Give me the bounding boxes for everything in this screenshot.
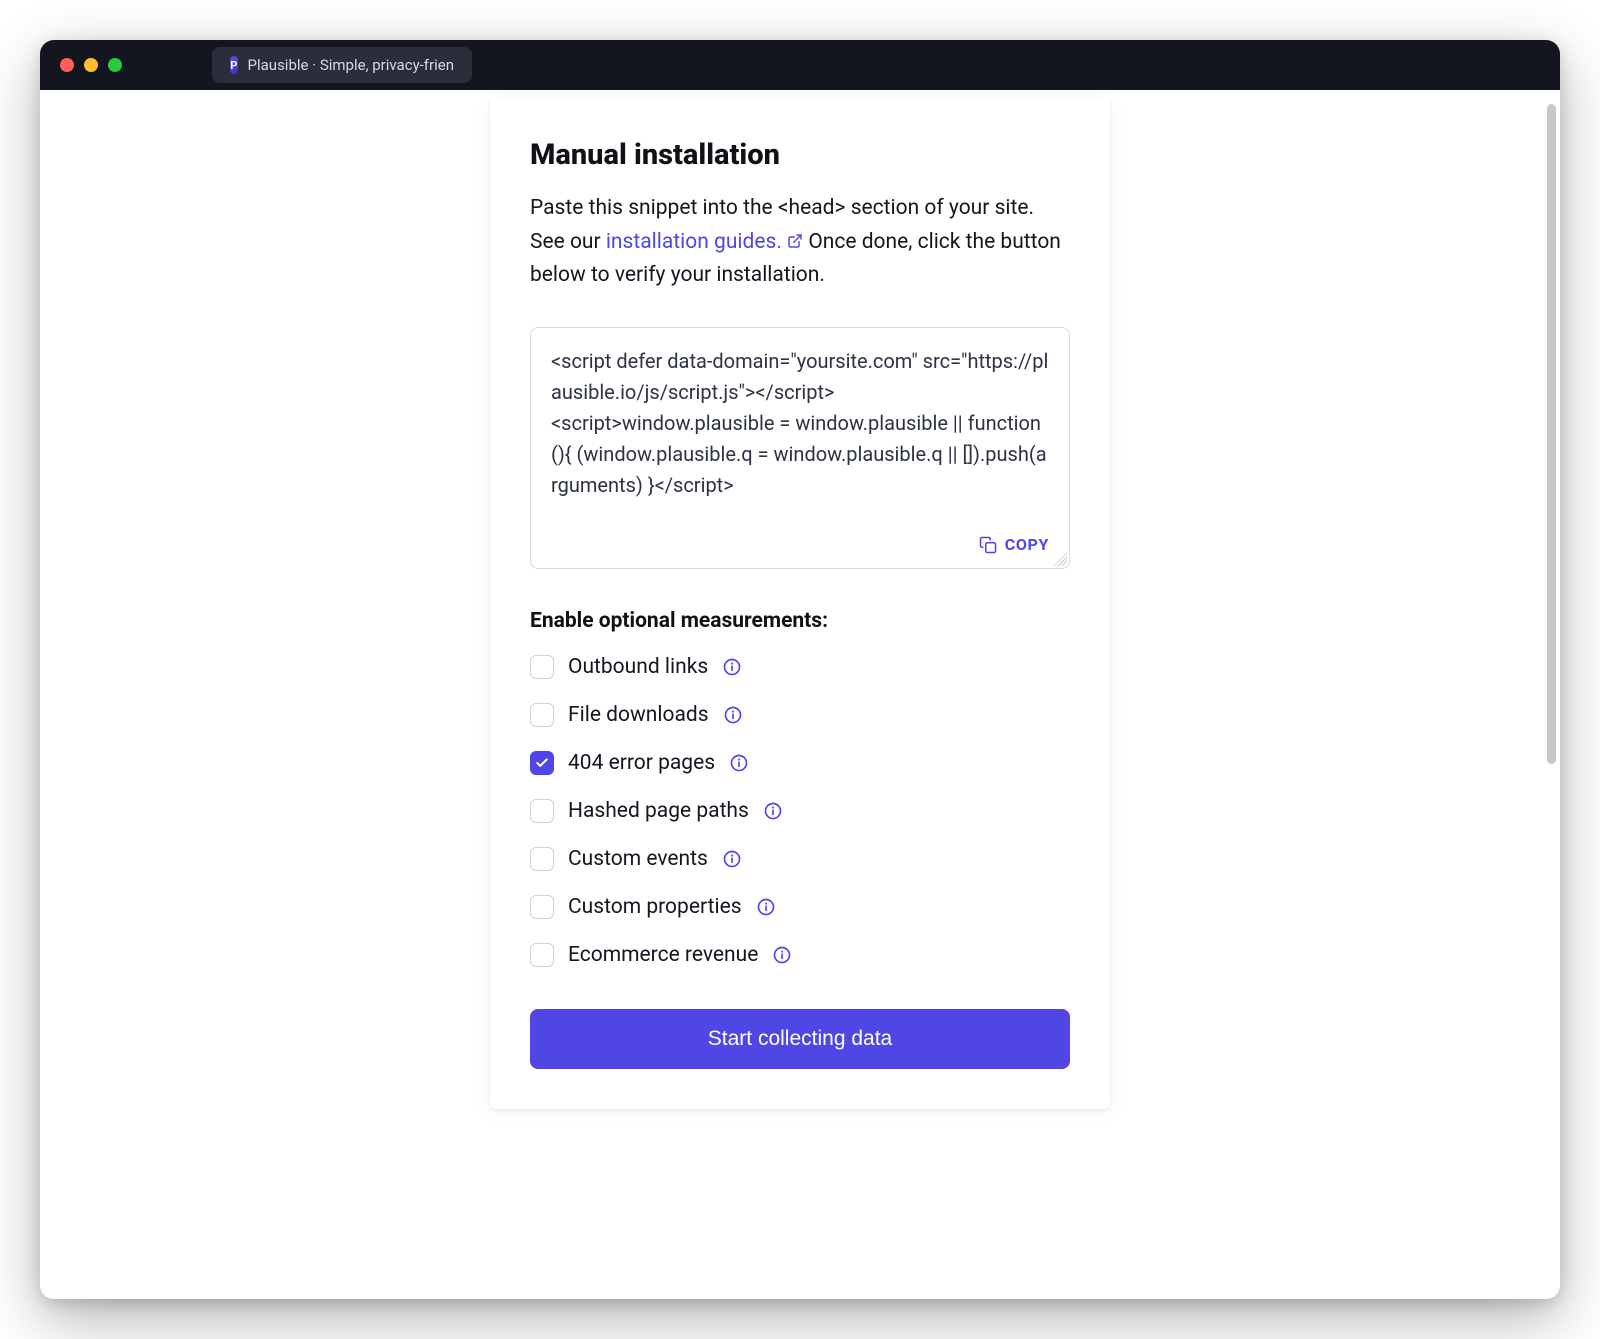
snippet-line-1: <script defer data-domain="yoursite.com"… [551,346,1049,408]
external-link-icon [787,233,803,249]
option-checkbox[interactable] [530,895,554,919]
option-row: Ecommerce revenue [530,943,1070,967]
installation-guides-link[interactable]: installation guides. [606,230,803,254]
option-label: Custom properties [568,895,742,919]
traffic-lights [60,58,122,72]
option-checkbox[interactable] [530,943,554,967]
option-row: 404 error pages [530,751,1070,775]
info-icon[interactable] [723,705,743,725]
option-checkbox[interactable] [530,799,554,823]
installation-card: Manual installation Paste this snippet i… [490,98,1110,1109]
info-icon[interactable] [756,897,776,917]
option-label: Ecommerce revenue [568,943,758,967]
option-checkbox[interactable] [530,655,554,679]
options-heading: Enable optional measurements: [530,609,1070,633]
snippet-line-2: <script>window.plausible = window.plausi… [551,408,1049,501]
maximize-window-button[interactable] [108,58,122,72]
option-label: Custom events [568,847,708,871]
close-window-button[interactable] [60,58,74,72]
option-checkbox[interactable] [530,847,554,871]
info-icon[interactable] [772,945,792,965]
start-collecting-button[interactable]: Start collecting data [530,1009,1070,1069]
option-checkbox[interactable] [530,751,554,775]
option-label: Outbound links [568,655,708,679]
browser-tab[interactable]: P Plausible · Simple, privacy-frien [212,47,472,83]
option-row: Custom properties [530,895,1070,919]
snippet-box[interactable]: <script defer data-domain="yoursite.com"… [530,327,1070,569]
tab-favicon: P [230,56,238,74]
option-label: 404 error pages [568,751,715,775]
scrollbar[interactable] [1547,104,1556,764]
copy-button[interactable]: COPY [551,533,1049,558]
tab-title: Plausible · Simple, privacy-frien [248,56,454,74]
option-label: File downloads [568,703,709,727]
option-row: Outbound links [530,655,1070,679]
browser-titlebar: P Plausible · Simple, privacy-frien [40,40,1560,90]
option-row: Hashed page paths [530,799,1070,823]
viewport: Manual installation Paste this snippet i… [40,90,1560,1299]
option-row: Custom events [530,847,1070,871]
option-row: File downloads [530,703,1070,727]
card-title: Manual installation [530,138,1070,172]
info-icon[interactable] [729,753,749,773]
info-icon[interactable] [722,657,742,677]
info-icon[interactable] [763,801,783,821]
browser-window: P Plausible · Simple, privacy-frien Manu… [40,40,1560,1299]
snippet-text: <script defer data-domain="yoursite.com"… [551,346,1049,501]
minimize-window-button[interactable] [84,58,98,72]
link-label: installation guides. [606,230,782,254]
resize-handle[interactable] [1053,552,1067,566]
copy-icon [979,536,997,554]
info-icon[interactable] [722,849,742,869]
option-label: Hashed page paths [568,799,749,823]
option-checkbox[interactable] [530,703,554,727]
options-list: Outbound links File downloads 404 error pa… [530,655,1070,967]
card-description: Paste this snippet into the <head> secti… [530,192,1070,293]
copy-label: COPY [1005,533,1049,558]
